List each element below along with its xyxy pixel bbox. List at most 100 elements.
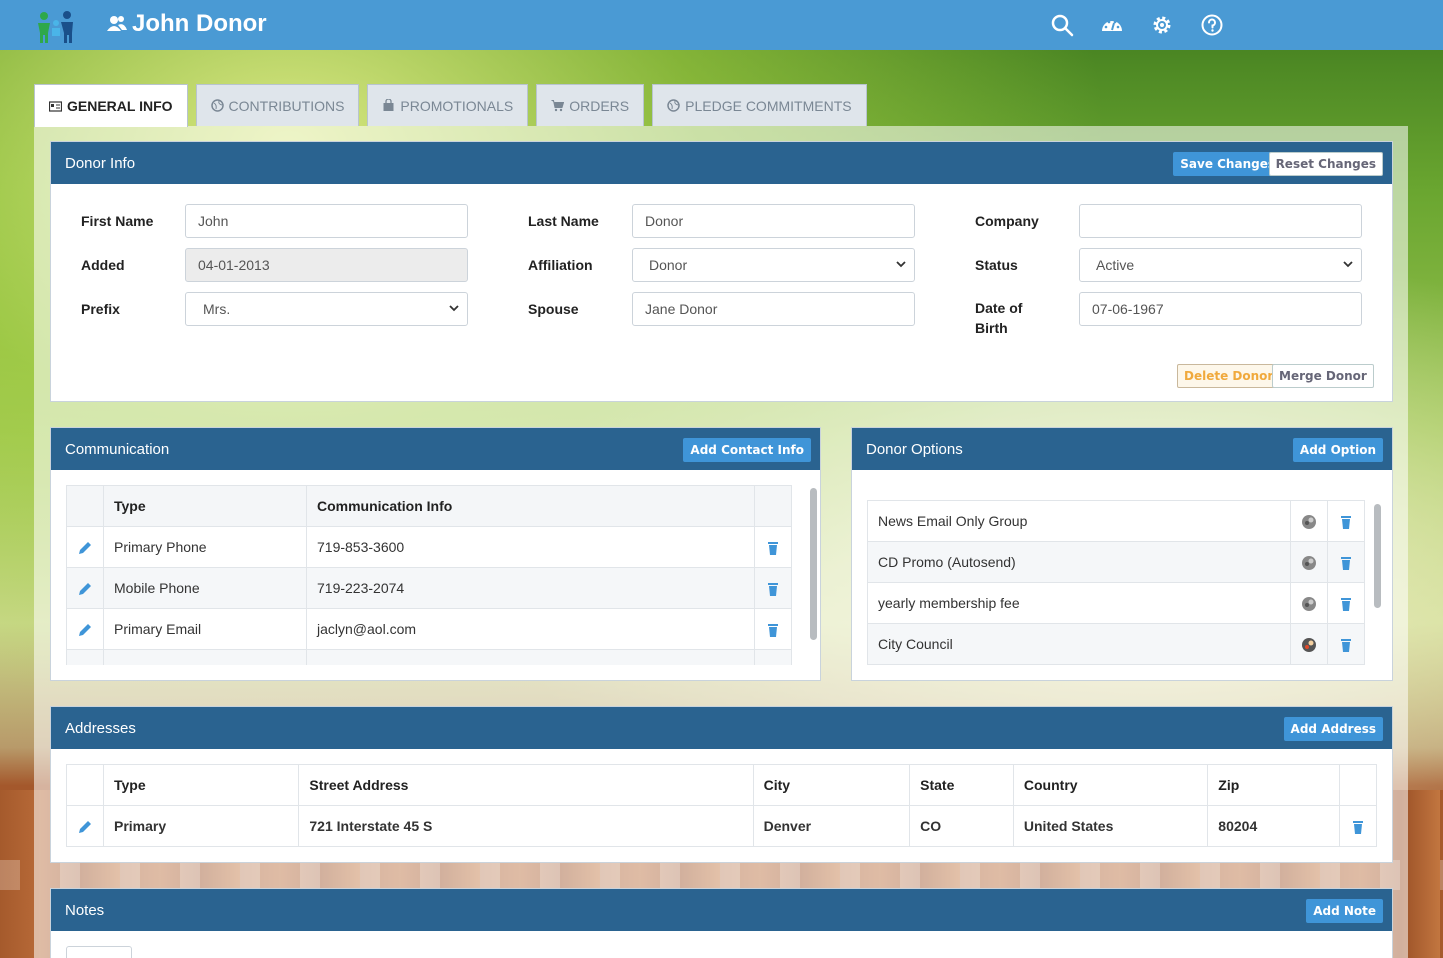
bag-icon: [383, 99, 394, 111]
mailchimp-icon: [1302, 555, 1316, 570]
trash-icon[interactable]: [1338, 514, 1354, 530]
dashboard-icon[interactable]: [1100, 13, 1124, 37]
trash-icon[interactable]: [765, 581, 781, 597]
first-name-field[interactable]: John: [185, 204, 468, 238]
company-label: Company: [975, 213, 1039, 229]
list-item: CD Promo (Autosend): [867, 541, 1365, 583]
type-cell: [103, 649, 307, 665]
delete-cell: [754, 526, 792, 568]
pencil-icon[interactable]: [77, 581, 93, 597]
help-icon[interactable]: [1200, 13, 1224, 37]
donor-options-scrollbar[interactable]: [1374, 504, 1381, 608]
add-contact-info-button[interactable]: Add Contact Info: [683, 438, 811, 462]
column-header-type: Type: [102, 764, 300, 806]
trash-icon[interactable]: [1338, 596, 1354, 612]
panel-title: Notes: [65, 901, 105, 919]
prefix-label: Prefix: [81, 301, 120, 317]
column-header-state: State: [909, 764, 1014, 806]
cart-icon: [551, 100, 565, 112]
city-cell: Denver: [752, 805, 911, 847]
trash-icon[interactable]: [765, 622, 781, 638]
mailchimp-icon: [1302, 596, 1316, 611]
trash-icon[interactable]: [1350, 819, 1366, 835]
globe-icon: [667, 99, 680, 112]
edit-cell: [66, 608, 104, 650]
edit-cell: [66, 805, 104, 847]
tab-general-info[interactable]: GENERAL INFO: [34, 84, 188, 127]
column-header-street: Street Address: [298, 764, 754, 806]
add-address-button[interactable]: Add Address: [1283, 717, 1383, 741]
tab-label: GENERAL INFO: [67, 98, 173, 114]
panel-title: Addresses: [65, 719, 136, 737]
column-header-city: City: [752, 764, 911, 806]
dob-field[interactable]: 07-06-1967: [1079, 292, 1362, 326]
communication-scrollbar[interactable]: [810, 488, 817, 640]
trash-icon[interactable]: [765, 540, 781, 556]
chevron-down-icon: [896, 261, 906, 268]
option-name: City Council: [867, 623, 1291, 665]
last-name-field[interactable]: Donor: [632, 204, 915, 238]
search-icon[interactable]: [1050, 13, 1074, 37]
add-note-button[interactable]: Add Note: [1306, 899, 1383, 923]
pencil-icon[interactable]: [77, 540, 93, 556]
dob-value: 07-06-1967: [1092, 301, 1164, 317]
pencil-icon[interactable]: [77, 819, 93, 835]
added-value: 04-01-2013: [198, 257, 270, 273]
company-field[interactable]: [1079, 204, 1362, 238]
panel-title: Communication: [65, 440, 170, 458]
status-select[interactable]: Active: [1079, 248, 1362, 282]
delete-donor-button[interactable]: Delete Donor: [1177, 364, 1281, 388]
edit-column-header: [66, 764, 104, 806]
tab-contributions[interactable]: CONTRIBUTIONS: [195, 84, 360, 126]
donor-info-header: Donor Info Save Changes Reset Changes: [51, 142, 1392, 184]
notes-panel: Notes Add Note: [50, 888, 1393, 958]
edit-column-header: [66, 485, 104, 527]
merge-donor-button[interactable]: Merge Donor: [1272, 364, 1374, 388]
affiliation-select[interactable]: Donor: [632, 248, 915, 282]
delete-cell: [754, 567, 792, 609]
info-cell: 719-223-2074: [306, 567, 755, 609]
type-cell: Primary Phone: [103, 526, 307, 568]
option-status-cell: [1290, 541, 1328, 583]
last-name-label: Last Name: [528, 213, 599, 229]
table-header-row: Type Street Address City State Country Z…: [66, 764, 1377, 806]
prefix-value: Mrs.: [203, 301, 231, 317]
pencil-icon[interactable]: [77, 622, 93, 638]
status-label: Status: [975, 257, 1018, 273]
tab-label: CONTRIBUTIONS: [228, 97, 345, 114]
panel-title: Donor Info: [65, 154, 136, 172]
addresses-table-wrapper: Type Street Address City State Country Z…: [66, 764, 1377, 847]
reset-changes-button[interactable]: Reset Changes: [1268, 152, 1383, 176]
prefix-select[interactable]: Mrs.: [185, 292, 468, 326]
page-title: John Donor: [106, 10, 267, 38]
trash-icon[interactable]: [1338, 637, 1354, 653]
communication-table-wrapper: Type Communication Info Primary Phone 71…: [66, 485, 792, 665]
logo-icon[interactable]: [34, 9, 80, 43]
spouse-field[interactable]: Jane Donor: [632, 292, 915, 326]
tab-bar: GENERAL INFO CONTRIBUTIONS PROMOTIONALS …: [34, 84, 867, 127]
option-delete-cell: [1327, 623, 1365, 665]
table-row: Primary Phone 719-853-3600: [66, 526, 792, 568]
option-delete-cell: [1327, 500, 1365, 542]
save-changes-button[interactable]: Save Changes: [1173, 152, 1282, 176]
tab-label: ORDERS: [569, 97, 630, 114]
first-name-value: John: [198, 213, 229, 229]
info-cell: jaclyn@aol.com: [306, 608, 755, 650]
records-per-page-select[interactable]: [66, 946, 132, 958]
table-header-row: Type Communication Info: [66, 485, 792, 527]
spouse-value: Jane Donor: [645, 301, 718, 317]
mailchimp-active-icon: [1302, 637, 1316, 652]
add-option-button[interactable]: Add Option: [1292, 438, 1383, 462]
trash-icon[interactable]: [1338, 555, 1354, 571]
tab-promotionals[interactable]: PROMOTIONALS: [367, 84, 529, 126]
top-bar: John Donor: [0, 0, 1443, 50]
gear-icon[interactable]: [1150, 13, 1174, 37]
list-item: yearly membership fee: [867, 582, 1365, 624]
table-row: Primary 721 Interstate 45 S Denver CO Un…: [66, 805, 1377, 847]
country-cell: United States: [1012, 805, 1209, 847]
last-name-value: Donor: [645, 213, 684, 229]
tab-orders[interactable]: ORDERS: [536, 84, 645, 126]
tab-pledge-commitments[interactable]: PLEDGE COMMITMENTS: [652, 84, 867, 126]
chevron-down-icon: [1343, 261, 1353, 268]
notes-header: Notes Add Note: [51, 889, 1392, 931]
